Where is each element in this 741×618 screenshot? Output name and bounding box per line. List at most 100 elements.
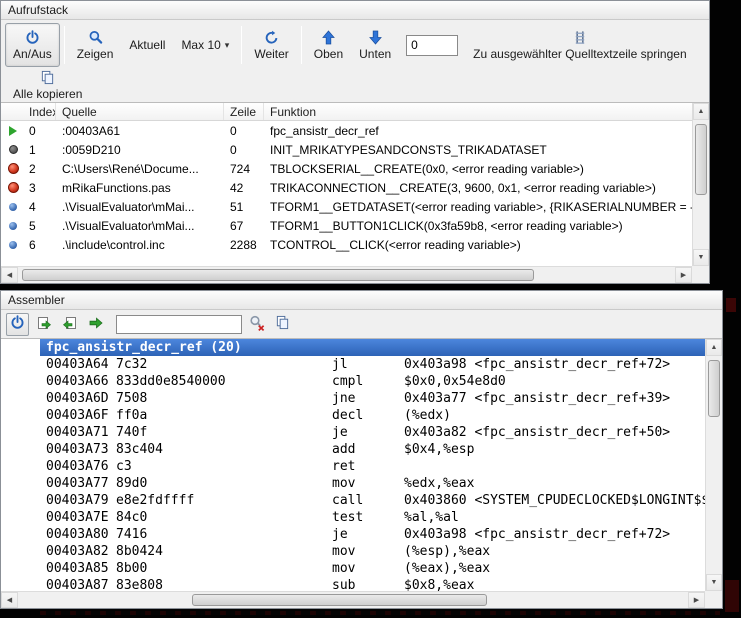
copy-icon: [40, 70, 55, 85]
refresh-icon: [264, 29, 279, 45]
goto-source-line-label: Zu ausgewählter Quelltextzeile springen: [473, 47, 686, 61]
frame-function: TBLOCKSERIAL__CREATE(0x0, <error reading…: [264, 162, 692, 176]
asm-line[interactable]: 00403A77 89d0 mov %edx,%eax: [40, 475, 705, 492]
scroll-track[interactable]: [706, 356, 722, 574]
asm-copy-button[interactable]: [271, 313, 294, 336]
asm-line[interactable]: 00403A87 83e808 sub $0x8,%eax: [40, 577, 705, 591]
more-frames-button[interactable]: Weiter: [246, 23, 296, 67]
scroll-right-button[interactable]: ▶: [688, 592, 705, 608]
frame-index: 5: [25, 219, 56, 233]
toolbar-separator: [301, 26, 302, 64]
asm-address: 00403A79: [46, 492, 116, 509]
callstack-row[interactable]: 1 :0059D210 0 INIT_MRIKATYPESANDCONSTS_T…: [1, 140, 692, 159]
callstack-row[interactable]: 4 .\VisualEvaluator\mMai... 51 TFORM1__G…: [1, 197, 692, 216]
scroll-thumb[interactable]: [695, 124, 707, 195]
scroll-thumb[interactable]: [22, 269, 534, 281]
asm-line[interactable]: 00403A64 7c32 jl 0x403a98 <fpc_ansistr_d…: [40, 356, 705, 373]
max-depth-dropdown[interactable]: Max 10 ▾: [173, 23, 237, 67]
frame-index: 4: [25, 200, 56, 214]
callstack-row[interactable]: 2 C:\Users\René\Docume... 724 TBLOCKSERI…: [1, 159, 692, 178]
asm-mnemonic: ret: [332, 458, 404, 475]
show-button[interactable]: Zeigen: [69, 23, 122, 67]
frame-line: 67: [224, 219, 264, 233]
asm-operands: 0x403a98 <fpc_ansistr_decr_ref+72>: [404, 356, 705, 373]
scroll-down-button[interactable]: ▼: [693, 249, 709, 266]
column-header-index[interactable]: Index: [1, 103, 56, 120]
callstack-titlebar[interactable]: Aufrufstack: [1, 1, 709, 20]
asm-line[interactable]: 00403A76 c3 ret: [40, 458, 705, 475]
scroll-right-button[interactable]: ▶: [675, 267, 692, 283]
asm-line[interactable]: 00403A79 e8e2fdffff call 0x403860 <SYSTE…: [40, 492, 705, 509]
scroll-thumb[interactable]: [192, 594, 487, 606]
asm-line[interactable]: 00403A85 8b00 mov (%eax),%eax: [40, 560, 705, 577]
asm-line[interactable]: 00403A80 7416 je 0x403a98 <fpc_ansistr_d…: [40, 526, 705, 543]
column-header-line[interactable]: Zeile: [224, 103, 264, 120]
asm-bytes: 8b00: [116, 560, 332, 577]
asm-search-button[interactable]: [245, 313, 268, 336]
up-arrow-icon: [322, 29, 335, 45]
scroll-thumb[interactable]: [708, 360, 720, 417]
assembler-vertical-scrollbar[interactable]: ▲ ▼: [705, 339, 722, 591]
asm-power-toggle-button[interactable]: [6, 313, 29, 336]
asm-line[interactable]: 00403A71 740f je 0x403a82 <fpc_ansistr_d…: [40, 424, 705, 441]
frame-marker-icon: [1, 163, 25, 174]
asm-mnemonic: call: [332, 492, 404, 509]
frame-source: C:\Users\René\Docume...: [56, 162, 224, 176]
callstack-row[interactable]: 0 :00403A61 0 fpc_ansistr_decr_ref: [1, 121, 692, 140]
asm-selected-line[interactable]: fpc_ansistr_decr_ref (20): [40, 339, 705, 356]
column-header-source[interactable]: Quelle: [56, 103, 224, 120]
goto-current-address-button[interactable]: [58, 313, 81, 336]
scroll-track[interactable]: [18, 592, 688, 608]
asm-line[interactable]: 00403A6F ff0a decl (%edx): [40, 407, 705, 424]
asm-bytes: 8b0424: [116, 543, 332, 560]
scroll-left-button[interactable]: ◀: [1, 592, 18, 608]
frame-line: 0: [224, 124, 264, 138]
frame-line: 51: [224, 200, 264, 214]
asm-line[interactable]: 00403A7E 84c0 test %al,%al: [40, 509, 705, 526]
asm-operands: (%eax),%eax: [404, 560, 705, 577]
current-button[interactable]: Aktuell: [121, 23, 173, 67]
callstack-vertical-scrollbar[interactable]: ▲ ▼: [692, 103, 709, 266]
frame-source: .\VisualEvaluator\mMai...: [56, 200, 224, 214]
asm-mnemonic: add: [332, 441, 404, 458]
callstack-table-header: Index Quelle Zeile Funktion: [1, 103, 692, 121]
column-header-function[interactable]: Funktion: [264, 103, 692, 120]
copy-all-button[interactable]: Alle kopieren: [5, 68, 90, 102]
scroll-down-button[interactable]: ▼: [706, 574, 722, 591]
goto-address-button[interactable]: [32, 313, 55, 336]
asm-line[interactable]: 00403A73 83c404 add $0x4,%esp: [40, 441, 705, 458]
callstack-row[interactable]: 3 mRikaFunctions.pas 42 TRIKACONNECTION_…: [1, 178, 692, 197]
asm-line[interactable]: 00403A6D 7508 jne 0x403a77 <fpc_ansistr_…: [40, 390, 705, 407]
callstack-horizontal-scrollbar[interactable]: ◀ ▶: [1, 266, 692, 283]
scroll-left-button[interactable]: ◀: [1, 267, 18, 283]
scroll-up-button[interactable]: ▲: [693, 103, 709, 120]
assembler-horizontal-scrollbar[interactable]: ◀ ▶: [1, 591, 705, 608]
frame-up-button[interactable]: Oben: [306, 23, 351, 67]
scroll-up-icon: ▲: [698, 108, 705, 115]
asm-address: 00403A66: [46, 373, 116, 390]
scroll-track[interactable]: [18, 267, 675, 283]
asm-bytes: 7416: [116, 526, 332, 543]
asm-line[interactable]: 00403A66 833dd0e8540000 cmpl $0x0,0x54e8…: [40, 373, 705, 390]
scroll-up-button[interactable]: ▲: [706, 339, 722, 356]
go-arrow-icon: [88, 315, 104, 334]
power-toggle-button[interactable]: An/Aus: [5, 23, 60, 67]
frame-index-input[interactable]: [406, 35, 458, 56]
asm-line[interactable]: 00403A82 8b0424 mov (%esp),%eax: [40, 543, 705, 560]
goto-source-line-button[interactable]: Zu ausgewählter Quelltextzeile springen: [465, 23, 694, 67]
callstack-row[interactable]: 5 .\VisualEvaluator\mMai... 67 TFORM1__B…: [1, 216, 692, 235]
asm-operands: %al,%al: [404, 509, 705, 526]
frame-down-button[interactable]: Unten: [351, 23, 399, 67]
asm-mnemonic: sub: [332, 577, 404, 591]
scroll-right-icon: ▶: [694, 597, 699, 604]
scroll-track[interactable]: [693, 120, 709, 249]
asm-search-input[interactable]: [116, 315, 242, 334]
asm-bytes: 7c32: [116, 356, 332, 373]
frame-source: :0059D210: [56, 143, 224, 157]
frame-marker-icon: [1, 182, 25, 193]
callstack-row[interactable]: 6 .\include\control.inc 2288 TCONTROL__C…: [1, 235, 692, 254]
goto-pc-button[interactable]: [84, 313, 107, 336]
page-arrow-icon: [62, 315, 78, 334]
assembler-titlebar[interactable]: Assembler: [1, 291, 722, 310]
assembler-body: fpc_ansistr_decr_ref (20) 00403A64 7c32 …: [1, 338, 722, 608]
